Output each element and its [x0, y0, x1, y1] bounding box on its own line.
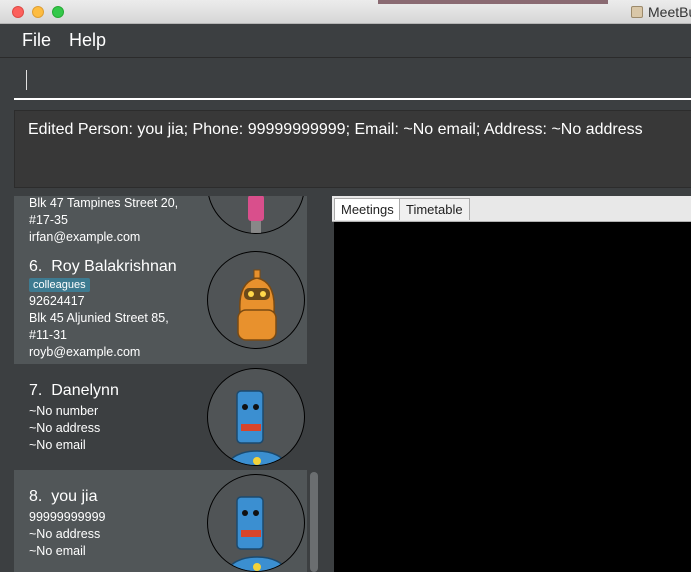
person-phone: ~No number [29, 404, 99, 418]
window-title-bar: MeetBu [0, 0, 691, 24]
avatar [207, 251, 305, 349]
tab-timetable[interactable]: Timetable [399, 198, 470, 220]
person-address: Blk 47 Tampines Street 20, [29, 196, 179, 210]
person-email: royb@example.com [29, 345, 141, 359]
person-name: 7. Danelynn [29, 382, 119, 399]
result-message: Edited Person: you jia; Phone: 999999999… [28, 121, 643, 138]
meetings-panel [334, 222, 691, 572]
person-address: ~No address [29, 421, 101, 435]
person-card[interactable]: 8. you jia 99999999999 ~No address ~No e… [14, 470, 307, 572]
menu-file[interactable]: File [22, 30, 51, 51]
avatar [207, 196, 305, 234]
menu-help[interactable]: Help [69, 30, 106, 51]
command-box-underline [14, 98, 691, 100]
avatar [207, 368, 305, 466]
person-card[interactable]: 7. Danelynn ~No number ~No address ~No e… [14, 364, 307, 470]
zoom-window-button[interactable] [52, 6, 64, 18]
person-address-cont: #11-31 [29, 328, 67, 342]
text-caret [26, 70, 27, 90]
person-phone: 92624417 [29, 294, 85, 308]
list-scrollbar-thumb[interactable] [310, 472, 318, 572]
person-name: 8. you jia [29, 488, 98, 505]
window-title: MeetBu [648, 4, 691, 20]
minimize-window-button[interactable] [32, 6, 44, 18]
person-card[interactable]: Blk 47 Tampines Street 20, #17-35 irfan@… [14, 196, 307, 250]
person-email: irfan@example.com [29, 230, 141, 244]
menu-bar: File Help [0, 24, 691, 58]
person-name: 6. Roy Balakrishnan [29, 258, 177, 275]
tab-bar: Meetings Timetable [332, 196, 691, 222]
command-box[interactable] [0, 58, 691, 102]
background-window-strip [378, 0, 608, 4]
app-icon [631, 6, 643, 18]
result-display: Edited Person: you jia; Phone: 999999999… [14, 110, 691, 188]
person-email: ~No email [29, 544, 86, 558]
person-email: ~No email [29, 438, 86, 452]
tab-meetings[interactable]: Meetings [334, 198, 401, 220]
person-address: Blk 45 Aljunied Street 85, [29, 311, 169, 325]
person-list-panel[interactable]: Blk 47 Tampines Street 20, #17-35 irfan@… [14, 196, 322, 572]
close-window-button[interactable] [12, 6, 24, 18]
person-card[interactable]: 6. Roy Balakrishnan colleagues 92624417 … [14, 250, 307, 364]
person-phone: 99999999999 [29, 510, 106, 524]
person-address-cont: #17-35 [29, 213, 68, 227]
person-tag: colleagues [29, 278, 90, 292]
person-address: ~No address [29, 527, 101, 541]
avatar [207, 474, 305, 572]
